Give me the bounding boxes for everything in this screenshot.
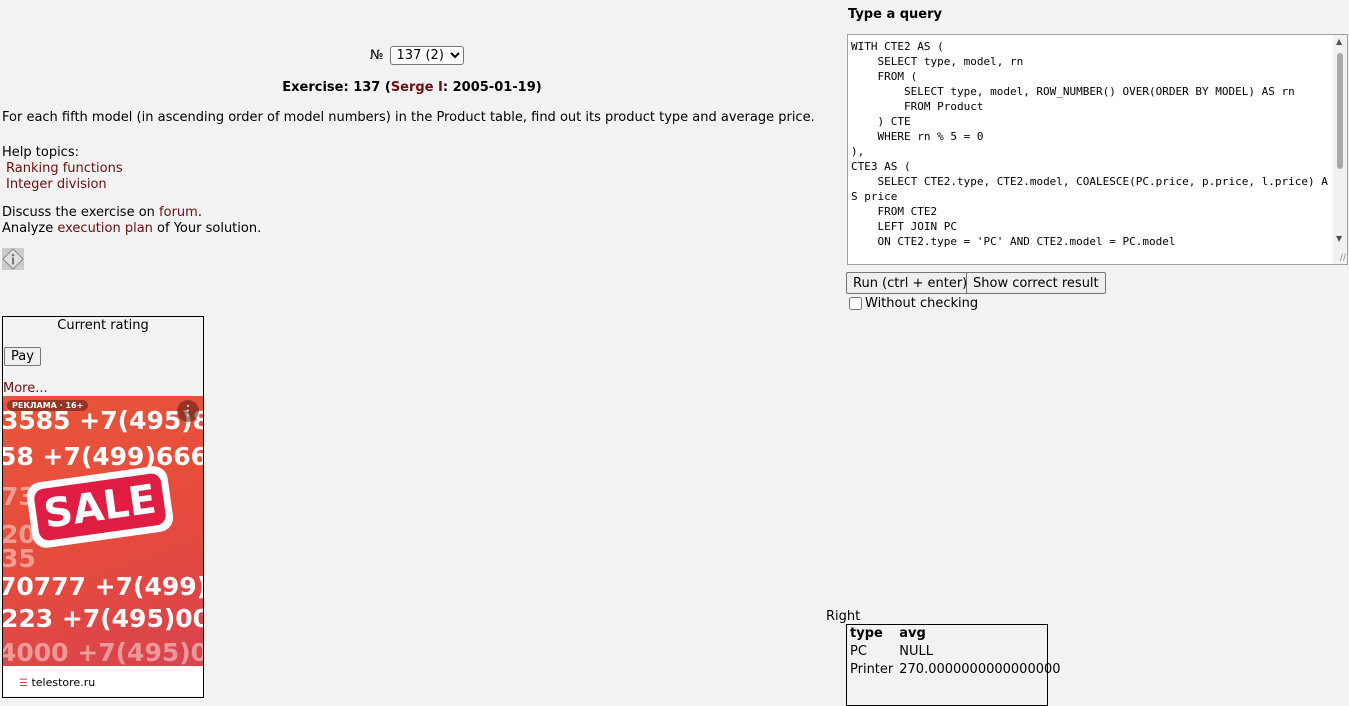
discuss-section: Discuss the exercise on forum. Analyze e… <box>2 205 261 237</box>
author-link[interactable]: Serge I <box>391 80 443 95</box>
telestore-logo-icon: ☰ <box>19 678 28 689</box>
execution-plan-link[interactable]: execution plan <box>57 221 153 236</box>
analyze-suffix: of Your solution. <box>152 221 262 236</box>
exercise-text: For each fifth model (in ascending order… <box>2 110 815 125</box>
exercise-title-prefix: Exercise: 137 ( <box>282 80 391 95</box>
exercise-number-select[interactable]: 137 (2) <box>389 46 464 65</box>
scroll-down-icon[interactable]: ▼ <box>1336 234 1342 243</box>
scrollbar-thumb[interactable] <box>1337 53 1343 169</box>
sale-text: SALE <box>33 472 167 542</box>
query-code[interactable]: WITH CTE2 AS ( SELECT type, model, rn FR… <box>848 35 1347 249</box>
pay-button[interactable]: Pay <box>4 347 41 366</box>
without-checking-label: Without checking <box>865 296 979 311</box>
ad-source: telestore.ru <box>31 676 96 689</box>
number-sign: № <box>370 48 384 63</box>
ad-number-line: 4000 +7(495)077 <box>3 638 203 666</box>
table-cell: PC <box>850 644 867 659</box>
info-button[interactable] <box>2 248 24 270</box>
table-row: Printer 270.0000000000000000 <box>847 661 1064 679</box>
table-cell: 270.0000000000000000 <box>899 662 1061 677</box>
ad-footer[interactable]: ☰ telestore.ru <box>3 666 203 696</box>
ad-number-line: 35 <box>3 544 36 573</box>
column-header: type <box>850 626 883 641</box>
result-table-container: type avg PC NULL Printer 270.00000000000… <box>846 624 1061 706</box>
table-cell: Printer <box>850 662 894 677</box>
ad-age-badge: РЕКЛАМА · 16+ <box>7 400 89 411</box>
sale-badge: SALE <box>25 464 175 550</box>
ad-number-line: 223 +7(495)001 <box>3 604 203 633</box>
run-button[interactable]: Run (ctrl + enter) <box>846 272 975 294</box>
ad-menu-icon[interactable]: ⋮ <box>177 400 199 422</box>
exercise-selector: № 137 (2) <box>370 46 464 65</box>
without-checking-option[interactable]: Without checking <box>849 296 978 311</box>
analyze-line: Analyze execution plan of Your solution. <box>2 221 261 237</box>
ad-number-line: 58 +7(499)666 <box>3 442 203 471</box>
forum-link[interactable]: forum <box>159 205 198 220</box>
result-label: Right <box>826 609 861 624</box>
result-table: type avg PC NULL Printer 270.00000000000… <box>847 625 1064 679</box>
query-editor[interactable]: WITH CTE2 AS ( SELECT type, model, rn FR… <box>847 34 1348 265</box>
resize-handle-icon[interactable]: ∕∕ <box>1340 253 1346 263</box>
table-cell: NULL <box>899 644 933 659</box>
rating-title: Current rating <box>57 318 149 333</box>
ad-banner[interactable]: 3585 +7(495)8 58 +7(499)666 73 20 35 707… <box>3 396 203 666</box>
show-correct-result-button[interactable]: Show correct result <box>966 272 1106 294</box>
ad-number-line: 70777 +7(499)66 <box>3 572 203 601</box>
info-icon <box>2 248 24 270</box>
discuss-prefix: Discuss the exercise on <box>2 205 160 220</box>
discuss-line: Discuss the exercise on forum. <box>2 205 261 221</box>
rating-panel: Current rating Pay More... 3585 +7(495)8… <box>2 316 204 698</box>
scroll-up-icon[interactable]: ▲ <box>1336 37 1342 46</box>
discuss-suffix: . <box>197 205 202 220</box>
help-topics-label: Help topics: <box>2 145 79 160</box>
table-row: PC NULL <box>847 643 1064 661</box>
exercise-title-suffix: : 2005-01-19) <box>442 80 542 95</box>
analyze-prefix: Analyze <box>2 221 58 236</box>
help-topics: Help topics: Ranking functions Integer d… <box>2 145 123 193</box>
column-header: avg <box>899 626 926 641</box>
query-title: Type a query <box>848 7 943 22</box>
without-checking-checkbox[interactable] <box>849 297 862 310</box>
table-header-row: type avg <box>847 625 1064 643</box>
exercise-title: Exercise: 137 (Serge I: 2005-01-19) <box>0 80 824 95</box>
more-link[interactable]: More... <box>3 381 48 396</box>
editor-scrollbar[interactable]: ▲ ▼ <box>1333 35 1347 264</box>
help-topic-integer-division[interactable]: Integer division <box>6 177 123 193</box>
help-topic-ranking-functions[interactable]: Ranking functions <box>6 161 123 177</box>
